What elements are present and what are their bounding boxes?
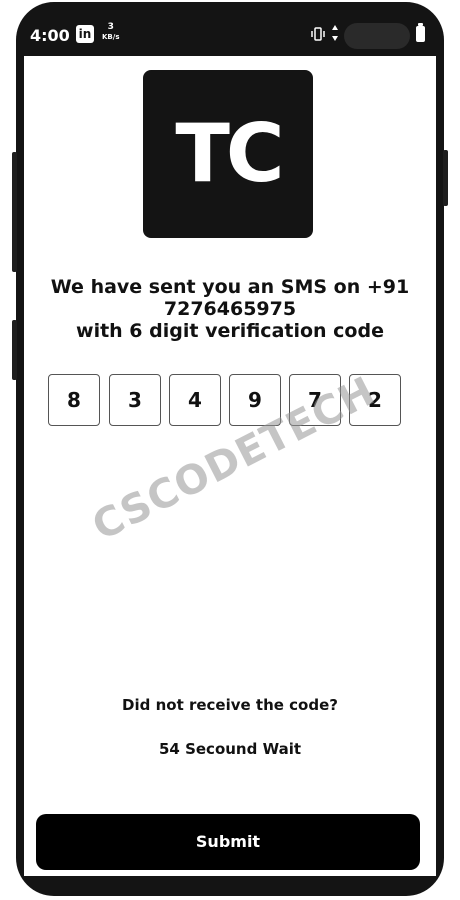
otp-digit-1[interactable]: 8 [48,374,100,426]
otp-digit-5[interactable]: 7 [289,374,341,426]
battery-icon [416,23,425,42]
otp-screen: TC We have sent you an SMS on +91 727646… [24,56,436,876]
phone-side-button [443,150,448,206]
sms-message-line1: We have sent you an SMS on +91 [50,276,410,298]
resend-timer: 54 Secound Wait [158,740,302,758]
otp-digit-3[interactable]: 4 [169,374,221,426]
sms-message: We have sent you an SMS on +91 727646597… [24,276,436,342]
linkedin-icon: in [76,25,94,43]
phone-side-button [12,320,17,380]
network-speed-value: 3 [107,22,114,32]
network-speed: 3 KB/s [102,22,119,42]
resend-prompt: Did not receive the code? [122,696,338,714]
status-bar: 4:00 in 3 KB/s [24,16,436,56]
app-logo: TC [143,70,313,238]
camera-cutout [344,23,410,49]
otp-input-row: 8 3 4 9 7 2 [48,374,412,430]
otp-digit-6[interactable]: 2 [349,374,401,426]
otp-digit-2[interactable]: 3 [109,374,161,426]
phone-side-button [12,152,17,272]
status-time: 4:00 [30,26,70,45]
submit-button[interactable]: Submit [36,814,420,870]
otp-digit-4[interactable]: 9 [229,374,281,426]
sms-message-phone: 7276465975 [163,298,297,320]
network-speed-unit: KB/s [102,33,120,41]
sms-message-line3: with 6 digit verification code [76,320,384,342]
mobile-data-icon [331,24,339,45]
vibrate-icon [310,27,326,45]
